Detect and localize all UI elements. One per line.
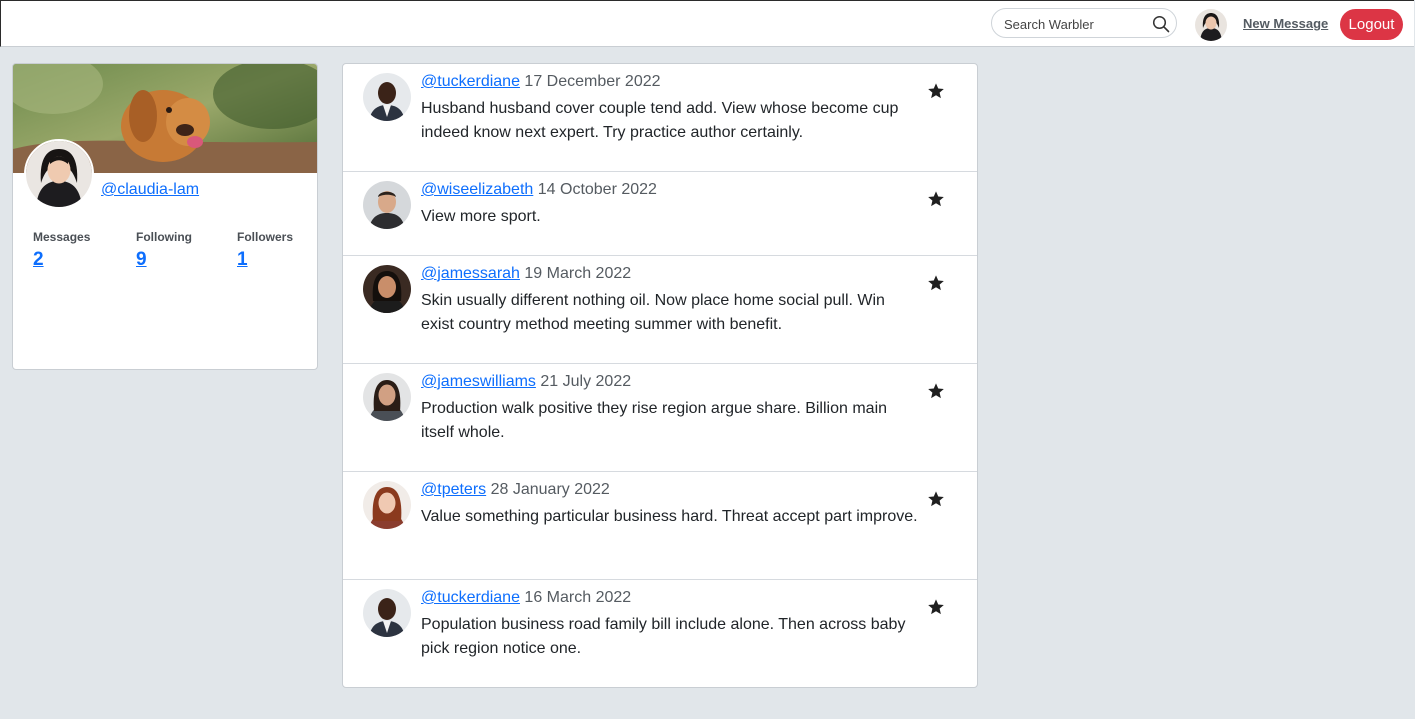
new-message-link[interactable]: New Message (1243, 16, 1328, 31)
message-date: 21 July 2022 (540, 373, 632, 390)
message-username-link[interactable]: @jameswilliams (421, 373, 536, 390)
message-avatar[interactable] (363, 73, 411, 121)
message-header: @tuckerdiane 16 March 2022 (421, 589, 631, 607)
stat-followers: Followers 1 (237, 230, 293, 271)
message-avatar[interactable] (363, 181, 411, 229)
message-text: Husband husband cover couple tend add. V… (421, 100, 899, 141)
profile-card: @claudia-lam Messages 2 Following 9 Foll… (12, 63, 318, 370)
message-header: @tuckerdiane 17 December 2022 (421, 73, 661, 91)
search-box[interactable] (991, 8, 1177, 38)
message-text: Skin usually different nothing oil. Now … (421, 292, 885, 333)
profile-username-link[interactable]: @claudia-lam (101, 181, 199, 199)
message-header: @wiseelizabeth 14 October 2022 (421, 181, 657, 199)
stat-following: Following 9 (136, 230, 192, 271)
stat-value-link[interactable]: 2 (33, 249, 90, 271)
message-username-link[interactable]: @tuckerdiane (421, 73, 520, 90)
stat-label: Followers (237, 230, 294, 244)
stat-messages: Messages 2 (33, 230, 90, 271)
message-header: @tpeters 28 January 2022 (421, 481, 610, 499)
stat-label: Messages (33, 230, 91, 244)
user-avatar[interactable] (1195, 9, 1227, 41)
search-input[interactable] (1004, 15, 1144, 33)
message-item: @tpeters 28 January 2022 Value something… (343, 472, 977, 580)
message-item: @wiseelizabeth 14 October 2022 View more… (343, 172, 977, 256)
message-header: @jamessarah 19 March 2022 (421, 265, 631, 283)
message-item: @jameswilliams 21 July 2022 Production w… (343, 364, 977, 472)
stat-label: Following (136, 230, 192, 244)
star-icon[interactable] (927, 490, 945, 508)
profile-avatar (24, 139, 94, 209)
message-text: Production walk positive they rise regio… (421, 400, 888, 441)
logout-button[interactable]: Logout (1340, 9, 1403, 40)
message-text: View more sport. (421, 208, 541, 225)
message-date: 28 January 2022 (490, 481, 610, 498)
star-icon[interactable] (927, 82, 945, 100)
message-text: Population business road family bill inc… (421, 616, 906, 657)
message-username-link[interactable]: @wiseelizabeth (421, 181, 533, 198)
message-item: @jamessarah 19 March 2022 Skin usually d… (343, 256, 977, 364)
message-avatar[interactable] (363, 481, 411, 529)
message-username-link[interactable]: @jamessarah (421, 265, 520, 282)
message-date: 16 March 2022 (524, 589, 632, 606)
message-text: Value something particular business hard… (421, 508, 918, 525)
message-avatar[interactable] (363, 589, 411, 637)
star-icon[interactable] (927, 190, 945, 208)
search-icon[interactable] (1152, 15, 1170, 33)
message-date: 17 December 2022 (524, 73, 661, 90)
message-date: 19 March 2022 (524, 265, 632, 282)
messages-list: @tuckerdiane 17 December 2022 Husband hu… (342, 63, 978, 688)
message-header: @jameswilliams 21 July 2022 (421, 373, 631, 391)
star-icon[interactable] (927, 382, 945, 400)
stat-value-link[interactable]: 1 (237, 249, 293, 271)
message-username-link[interactable]: @tpeters (421, 481, 486, 498)
message-avatar[interactable] (363, 373, 411, 421)
message-username-link[interactable]: @tuckerdiane (421, 589, 520, 606)
star-icon[interactable] (927, 598, 945, 616)
message-item: @tuckerdiane 17 December 2022 Husband hu… (343, 64, 977, 172)
navbar: New Message Logout (0, 0, 1414, 47)
message-date: 14 October 2022 (537, 181, 657, 198)
stat-value-link[interactable]: 9 (136, 249, 192, 271)
message-item: @tuckerdiane 16 March 2022 Population bu… (343, 580, 977, 687)
message-avatar[interactable] (363, 265, 411, 313)
star-icon[interactable] (927, 274, 945, 292)
